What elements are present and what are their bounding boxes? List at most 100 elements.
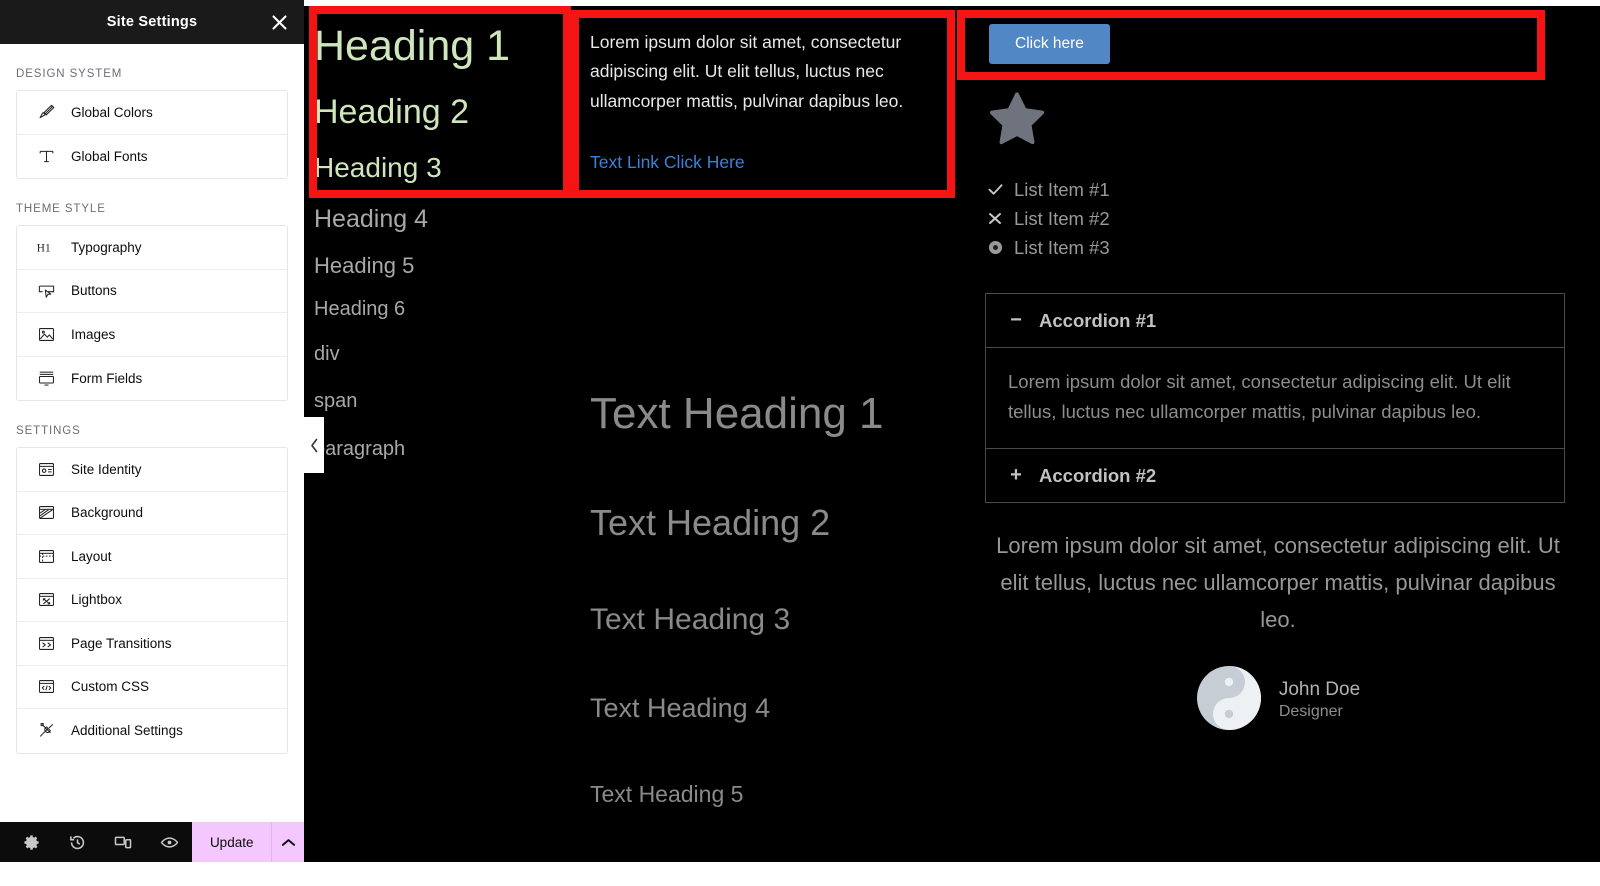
- update-button[interactable]: Update: [192, 822, 272, 862]
- responsive-devices-icon[interactable]: [100, 822, 146, 862]
- testimonial-quote: Lorem ipsum dolor sit amet, consectetur …: [996, 533, 1560, 633]
- close-icon[interactable]: [268, 11, 290, 33]
- preview-eye-icon[interactable]: [146, 822, 192, 862]
- sidebar-item-label: Additional Settings: [71, 723, 183, 739]
- text-t-icon: [35, 145, 57, 167]
- tools-icon: [35, 720, 57, 742]
- sidebar-item-site-identity[interactable]: Site Identity: [17, 448, 287, 492]
- check-icon: [987, 183, 1003, 196]
- sidebar-item-additional-settings[interactable]: Additional Settings: [17, 709, 287, 753]
- heading-paragraph: paragraph: [314, 437, 406, 460]
- site-identity-icon: [35, 458, 57, 480]
- accordion: − Accordion #1 Lorem ipsum dolor sit ame…: [985, 293, 1565, 504]
- testimonial-role: Designer: [1278, 703, 1343, 721]
- heading-span: span: [314, 390, 358, 413]
- sidebar-item-layout[interactable]: Layout: [17, 535, 287, 579]
- accordion-header-2[interactable]: + Accordion #2: [986, 449, 1564, 502]
- heading-5: Heading 5: [314, 252, 415, 278]
- paintbrush-icon: [35, 101, 57, 123]
- lightbox-icon: [35, 589, 57, 611]
- sidebar-item-label: Global Colors: [71, 104, 153, 120]
- sidebar-item-custom-css[interactable]: Custom CSS: [17, 665, 287, 709]
- app-root: Site Settings DESIGN SYSTEM Global Color…: [0, 0, 1600, 886]
- panel-bottom-toolbar: Update: [0, 822, 304, 862]
- accordion-header-1[interactable]: − Accordion #1: [986, 294, 1564, 349]
- form-field-icon: [35, 367, 57, 389]
- toolbar-icons: [0, 822, 192, 862]
- history-icon[interactable]: [54, 822, 100, 862]
- plus-icon: +: [1010, 464, 1022, 487]
- accordion-body-1: Lorem ipsum dolor sit amet, consectetur …: [986, 348, 1564, 450]
- collapse-panel-tab[interactable]: [304, 417, 324, 473]
- layout-icon: [35, 545, 57, 567]
- accordion-title: Accordion #1: [1039, 309, 1157, 331]
- lorem-block: Lorem ipsum dolor sit amet, consectetur …: [576, 6, 966, 173]
- text-heading-3: Text Heading 3: [590, 603, 791, 637]
- text-heading-5: Text Heading 5: [590, 780, 744, 807]
- lorem-paragraph: Lorem ipsum dolor sit amet, consectetur …: [590, 32, 904, 111]
- section-title-theme-style: THEME STYLE: [16, 203, 106, 215]
- click-here-button[interactable]: Click here: [989, 24, 1110, 64]
- text-heading-4: Text Heading 4: [590, 693, 771, 724]
- sidebar-item-lightbox[interactable]: Lightbox: [17, 578, 287, 622]
- group-theme-style: H1 Typography Buttons Images Form Fields: [16, 225, 288, 401]
- sidebar-item-global-fonts[interactable]: Global Fonts: [17, 134, 287, 178]
- section-title-design-system: DESIGN SYSTEM: [16, 68, 123, 80]
- sidebar-item-label: Page Transitions: [71, 635, 172, 651]
- heading-2: Heading 2: [314, 93, 470, 132]
- sidebar-item-global-colors[interactable]: Global Colors: [17, 91, 287, 135]
- heading-tags-column: Heading 1 Heading 2 Heading 3 Heading 4 …: [314, 6, 576, 461]
- heading-4: Heading 4: [314, 205, 428, 234]
- page-transitions-icon: [35, 632, 57, 654]
- sidebar-item-label: Background: [71, 505, 144, 521]
- radio-dot-icon: [987, 240, 1003, 255]
- chevron-up-icon[interactable]: [271, 822, 304, 862]
- list-item: List Item #3: [987, 233, 1586, 262]
- sidebar-item-label: Form Fields: [71, 370, 143, 386]
- sidebar-item-label: Typography: [71, 239, 142, 255]
- svg-text:H1: H1: [36, 242, 50, 254]
- preview-canvas: Heading 1 Heading 2 Heading 3 Heading 4 …: [304, 6, 1600, 862]
- sidebar-item-label: Layout: [71, 548, 112, 564]
- list-item-label: List Item #1: [1014, 179, 1110, 200]
- sidebar-item-typography[interactable]: H1 Typography: [17, 226, 287, 270]
- image-icon: [35, 323, 57, 345]
- h1-icon: H1: [35, 236, 57, 258]
- sidebar-item-form-fields[interactable]: Form Fields: [17, 356, 287, 400]
- cross-icon: [987, 212, 1003, 225]
- testimonial-name: John Doe: [1278, 679, 1361, 701]
- list-item-label: List Item #2: [1014, 208, 1110, 230]
- heading-div: div: [314, 342, 340, 365]
- minus-icon: −: [1010, 309, 1022, 332]
- testimonial-person: John Doe Designer: [985, 665, 1571, 736]
- testimonial-meta: John Doe Designer: [1279, 678, 1360, 723]
- text-heading-2: Text Heading 2: [590, 501, 831, 543]
- sidebar-item-background[interactable]: Background: [17, 491, 287, 535]
- list-item-label: List Item #3: [1014, 237, 1110, 259]
- heading-6: Heading 6: [314, 298, 406, 321]
- sidebar-item-label: Lightbox: [71, 592, 123, 608]
- section-title-settings: SETTINGS: [16, 425, 81, 437]
- star-icon: [987, 90, 1586, 153]
- text-link[interactable]: Text Link Click Here: [590, 152, 745, 173]
- panel-body: DESIGN SYSTEM Global Colors Global Fonts…: [0, 44, 304, 886]
- sidebar-item-label: Images: [71, 326, 116, 342]
- list-item: List Item #1: [987, 175, 1586, 204]
- code-icon: [35, 676, 57, 698]
- sidebar-item-page-transitions[interactable]: Page Transitions: [17, 622, 287, 666]
- group-settings: Site Identity Background Layout Lightbox…: [16, 447, 288, 754]
- heading-3: Heading 3: [314, 151, 442, 183]
- accordion-title: Accordion #2: [1039, 464, 1157, 486]
- page-title: Site Settings: [106, 14, 198, 30]
- widgets-column: Click here List Item #1 List Item #2 Lis…: [966, 6, 1586, 736]
- settings-gear-icon[interactable]: [8, 822, 54, 862]
- background-icon: [35, 502, 57, 524]
- text-column: Lorem ipsum dolor sit amet, consectetur …: [576, 6, 966, 862]
- chevron-left-icon: [310, 438, 319, 453]
- sidebar-item-images[interactable]: Images: [17, 313, 287, 357]
- list-item: List Item #2: [987, 204, 1586, 233]
- heading-1: Heading 1: [314, 22, 511, 70]
- icon-list: List Item #1 List Item #2 List Item #3: [987, 175, 1586, 262]
- button-wrap: Click here: [966, 6, 1586, 64]
- sidebar-item-buttons[interactable]: Buttons: [17, 269, 287, 313]
